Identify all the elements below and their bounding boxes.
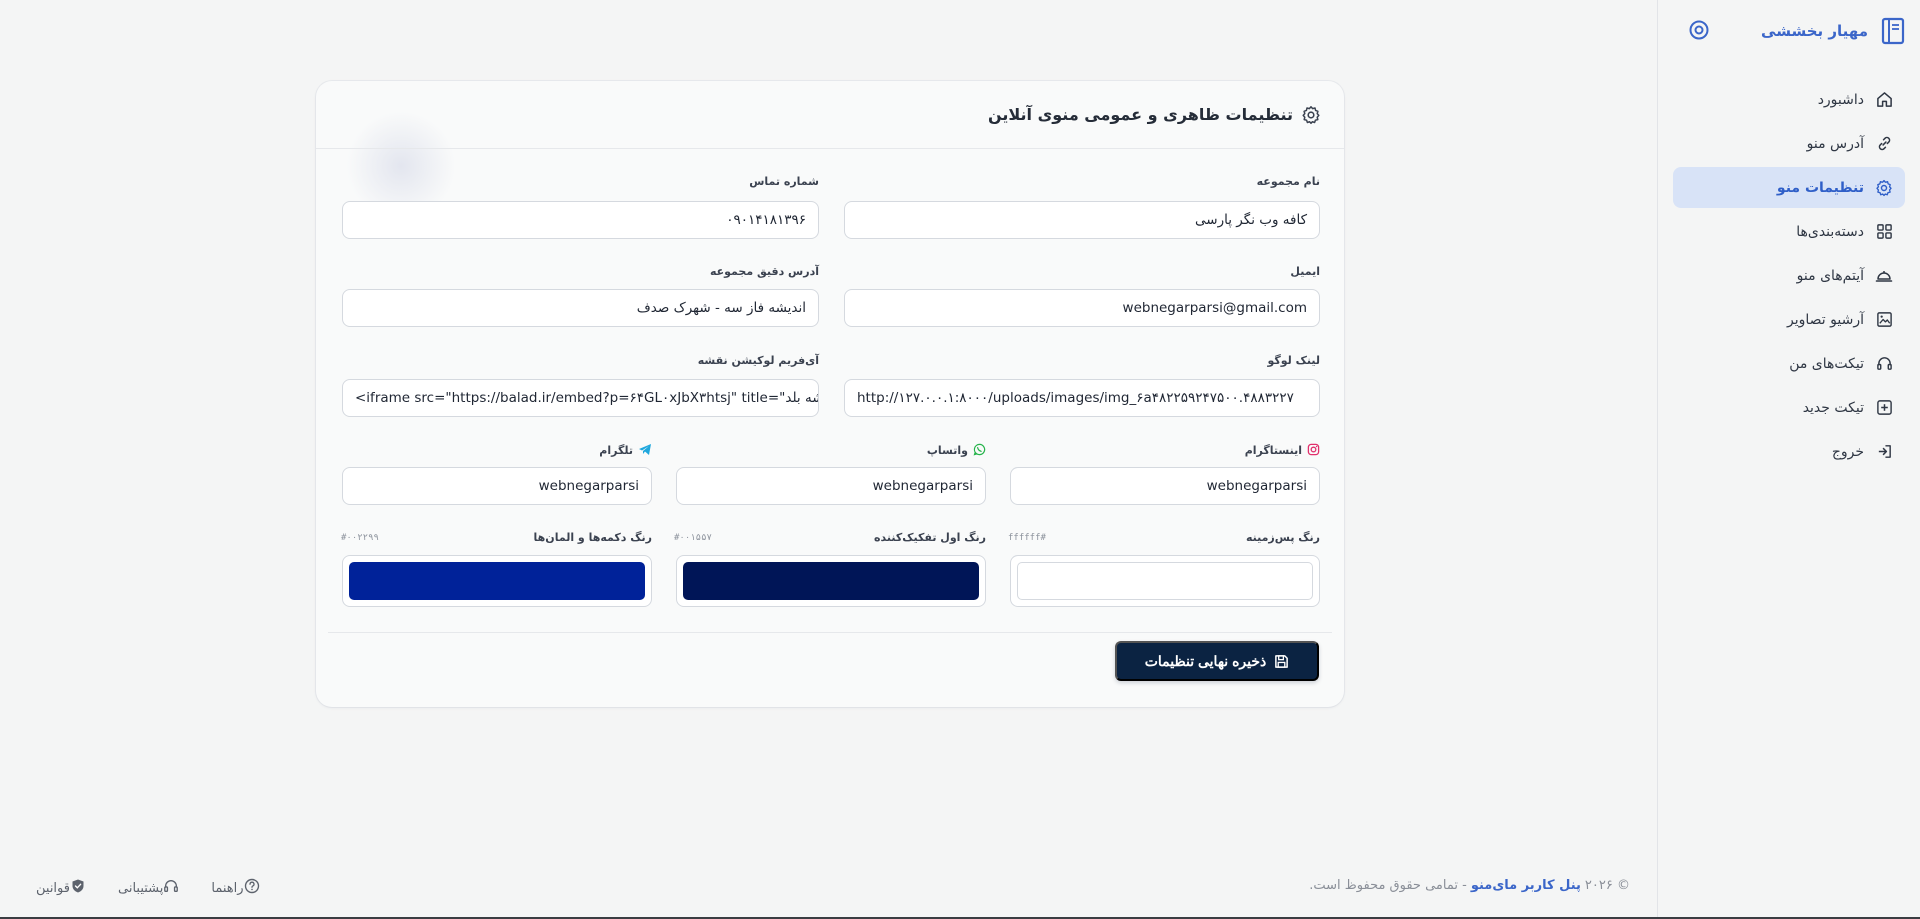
sidebar-item-dashboard[interactable]: داشبورد bbox=[1673, 79, 1905, 120]
footer-links: راهنما پشتیبانی قوانین bbox=[30, 878, 260, 898]
button-color-swatch bbox=[349, 562, 645, 600]
sidebar-item-label: آدرس منو bbox=[1806, 135, 1864, 152]
phone-label: شماره تماس bbox=[749, 175, 819, 188]
copyright-year: © ۲۰۲۶ bbox=[1584, 878, 1630, 893]
sidebar: مهیار بخششی داشبورد آدرس منو تنظیمات منو… bbox=[1657, 0, 1920, 919]
headset-icon bbox=[163, 878, 179, 898]
sidebar-item-my-tickets[interactable]: تیکت‌های من bbox=[1673, 343, 1905, 384]
button-color-label: رنگ دکمه‌ها و المان‌ها bbox=[533, 531, 652, 544]
instagram-label: اینستاگرام bbox=[1245, 443, 1320, 459]
sidebar-item-menu-settings[interactable]: تنظیمات منو bbox=[1673, 167, 1905, 208]
primary-color-hex: #۰۰۱۵۵۷ bbox=[674, 533, 712, 543]
telegram-icon bbox=[638, 443, 652, 459]
footer-link-rules[interactable]: قوانین bbox=[30, 878, 86, 898]
headset-icon bbox=[1874, 354, 1894, 374]
sidebar-brand: مهیار بخششی bbox=[1672, 14, 1908, 48]
settings-card: تنظیمات ظاهری و عمومی منوی آنلاین نام مج… bbox=[316, 81, 1344, 707]
footer-copyright: © ۲۰۲۶ پنل کاربر مای‌منو - تمامی حقوق مح… bbox=[1309, 878, 1630, 893]
sidebar-item-label: تیکت جدید bbox=[1802, 399, 1864, 416]
address-input[interactable]: اندیشه فاز سه - شهرک صدف bbox=[342, 289, 819, 327]
logo-link-input[interactable]: http://۱۲۷.۰.۰.۱:۸۰۰۰/uploads/images/img… bbox=[844, 379, 1320, 417]
map-iframe-input[interactable]: <iframe src="https://balad.ir/embed?p=۶۴… bbox=[342, 379, 819, 417]
brand-name: مهیار بخششی bbox=[1761, 22, 1868, 40]
whatsapp-input[interactable]: webnegarparsi bbox=[676, 467, 986, 505]
link-icon bbox=[1874, 134, 1894, 154]
whatsapp-label-text: واتساپ bbox=[926, 444, 968, 457]
map-iframe-label: آی‌فریم لوکیشن نقشه bbox=[697, 354, 819, 367]
help-circle-icon bbox=[244, 878, 260, 898]
address-label: آدرس دقیق مجموعه bbox=[709, 265, 819, 278]
sidebar-item-menu-items[interactable]: آیتم‌های منو bbox=[1673, 255, 1905, 296]
divider bbox=[328, 632, 1332, 633]
footer-link-help[interactable]: راهنما bbox=[205, 878, 259, 898]
logo-link-label: لینک لوگو bbox=[1267, 354, 1320, 367]
sidebar-item-new-ticket[interactable]: تیکت جدید bbox=[1673, 387, 1905, 428]
sidebar-item-image-archive[interactable]: آرشیو تصاویر bbox=[1673, 299, 1905, 340]
telegram-input[interactable]: webnegarparsi bbox=[342, 467, 652, 505]
bg-color-picker[interactable] bbox=[1010, 555, 1320, 607]
telegram-label: تلگرام bbox=[599, 443, 652, 459]
image-icon bbox=[1874, 310, 1894, 330]
store-name-label: نام مجموعه bbox=[1256, 175, 1320, 188]
shield-icon bbox=[70, 878, 86, 898]
save-icon bbox=[1274, 654, 1289, 669]
sidebar-item-label: تنظیمات منو bbox=[1776, 179, 1864, 196]
primary-color-label: رنگ اول تفکیک‌کننده bbox=[874, 531, 986, 544]
sidebar-item-logout[interactable]: خروج bbox=[1673, 431, 1905, 472]
whatsapp-icon bbox=[973, 443, 986, 459]
bg-color-hex: ffffff# bbox=[1008, 533, 1046, 543]
phone-input[interactable]: ۰۹۰۱۴۱۸۱۳۹۶ bbox=[342, 201, 819, 239]
instagram-input[interactable]: webnegarparsi bbox=[1010, 467, 1320, 505]
cloche-icon bbox=[1874, 266, 1894, 286]
logout-icon bbox=[1874, 442, 1894, 462]
sidebar-item-label: آیتم‌های منو bbox=[1796, 267, 1864, 284]
sidebar-toggle-icon[interactable] bbox=[1688, 19, 1710, 41]
sidebar-item-label: تیکت‌های من bbox=[1789, 355, 1864, 372]
instagram-icon bbox=[1307, 443, 1320, 459]
save-button-label: ذخیره نهایی تنظیمات bbox=[1144, 652, 1267, 669]
home-icon bbox=[1874, 90, 1894, 110]
instagram-label-text: اینستاگرام bbox=[1244, 444, 1302, 457]
footer-link-label: قوانین bbox=[36, 880, 70, 896]
card-header: تنظیمات ظاهری و عمومی منوی آنلاین bbox=[316, 81, 1344, 149]
gear-icon bbox=[1301, 105, 1321, 125]
telegram-label-text: تلگرام bbox=[599, 444, 633, 457]
bg-color-swatch bbox=[1017, 562, 1313, 600]
plus-square-icon bbox=[1874, 398, 1894, 418]
sidebar-item-label: دسته‌بندی‌ها bbox=[1796, 223, 1864, 240]
save-settings-button[interactable]: ذخیره نهایی تنظیمات bbox=[1115, 641, 1319, 681]
button-color-picker[interactable] bbox=[342, 555, 652, 607]
gear-icon bbox=[1874, 178, 1894, 198]
email-label: ایمیل bbox=[1290, 265, 1320, 278]
sidebar-item-label: داشبورد bbox=[1817, 91, 1864, 108]
footer-link-support[interactable]: پشتیبانی bbox=[112, 878, 179, 898]
page-title: تنظیمات ظاهری و عمومی منوی آنلاین bbox=[987, 105, 1293, 124]
footer-brand-link[interactable]: پنل کاربر مای‌منو bbox=[1471, 878, 1581, 893]
whatsapp-label: واتساپ bbox=[927, 443, 986, 459]
copyright-text: - تمامی حقوق محفوظ است. bbox=[1309, 878, 1467, 893]
sidebar-item-menu-address[interactable]: آدرس منو bbox=[1673, 123, 1905, 164]
primary-color-picker[interactable] bbox=[676, 555, 986, 607]
sidebar-item-categories[interactable]: دسته‌بندی‌ها bbox=[1673, 211, 1905, 252]
sidebar-item-label: خروج bbox=[1831, 443, 1864, 460]
footer-link-label: راهنما bbox=[211, 880, 244, 896]
book-icon bbox=[1878, 16, 1908, 46]
bg-color-label: رنگ پس‌زمینه bbox=[1245, 531, 1320, 544]
button-color-hex: #۰۰۲۲۹۹ bbox=[341, 533, 379, 543]
store-name-input[interactable]: کافه وب نگر پارسی bbox=[844, 201, 1320, 239]
primary-color-swatch bbox=[683, 562, 979, 600]
sidebar-item-label: آرشیو تصاویر bbox=[1787, 311, 1864, 328]
email-input[interactable]: webnegarparsi@gmail.com bbox=[844, 289, 1320, 327]
footer-link-label: پشتیبانی bbox=[117, 880, 164, 896]
grid-icon bbox=[1874, 222, 1894, 242]
sidebar-nav: داشبورد آدرس منو تنظیمات منو دسته‌بندی‌ه… bbox=[1673, 79, 1905, 475]
